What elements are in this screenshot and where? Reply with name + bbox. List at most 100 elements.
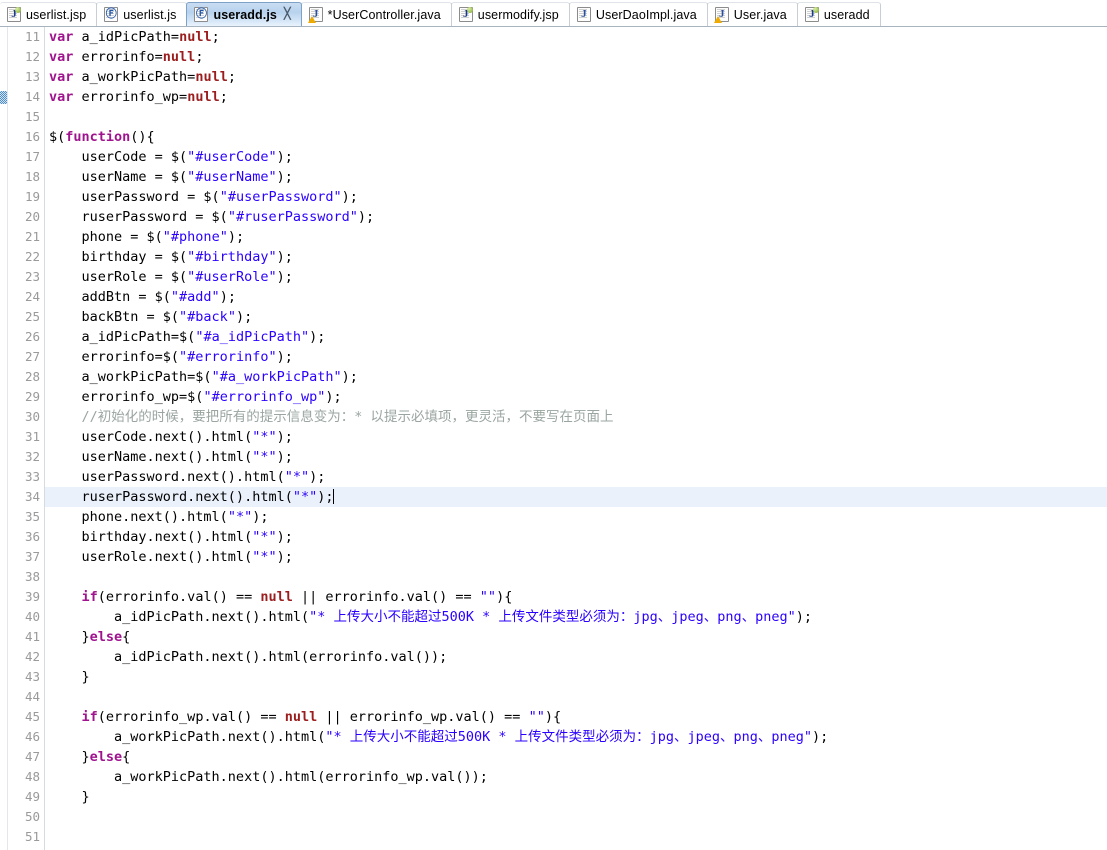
code-line[interactable]: ruserPassword = $("#ruserPassword");: [49, 207, 1107, 227]
file-type-letter: J: [719, 8, 725, 20]
code-line[interactable]: }: [49, 667, 1107, 687]
code-line[interactable]: a_idPicPath=$("#a_idPicPath");: [49, 327, 1107, 347]
code-token-plain: ruserPassword = $(: [49, 209, 228, 225]
code-line[interactable]: [49, 687, 1107, 707]
code-line[interactable]: a_workPicPath.next().html(errorinfo_wp.v…: [49, 767, 1107, 787]
code-token-plain: }: [49, 669, 90, 685]
code-token-str: "*": [252, 429, 277, 445]
code-editor[interactable]: 11 12 13 14 15 16 17 18 19 20 21 22 23 24 25 26 27 28 29 30…: [0, 27, 1107, 850]
editor-tab-label: userlist.jsp: [26, 7, 87, 22]
editor-tab-userlist-js[interactable]: Ⓕuserlist.js: [96, 2, 188, 26]
editor-tab-usercontroller-java[interactable]: J *UserController.java: [300, 2, 452, 26]
code-token-plain: addBtn = $(: [49, 289, 171, 305]
annotation-ruler[interactable]: [0, 27, 8, 850]
code-token-plain: );: [341, 369, 358, 385]
code-line[interactable]: userRole = $("#userRole");: [49, 267, 1107, 287]
code-line[interactable]: [49, 567, 1107, 587]
code-token-plain: }: [49, 789, 90, 805]
close-icon[interactable]: ╳: [284, 9, 291, 20]
code-token-str: "#a_workPicPath": [211, 369, 342, 385]
code-line[interactable]: birthday.next().html("*");: [49, 527, 1107, 547]
code-token-plain: a_workPicPath=$(: [49, 369, 212, 385]
code-line[interactable]: }: [49, 787, 1107, 807]
code-line[interactable]: userRole.next().html("*");: [49, 547, 1107, 567]
code-line[interactable]: }else{: [49, 627, 1107, 647]
code-line[interactable]: var a_idPicPath=null;: [49, 27, 1107, 47]
code-line[interactable]: errorinfo_wp=$("#errorinfo_wp");: [49, 387, 1107, 407]
code-token-plain: ){: [544, 709, 562, 725]
code-line[interactable]: errorinfo=$("#errorinfo");: [49, 347, 1107, 367]
code-token-str: "#errorinfo_wp": [203, 389, 326, 405]
editor-tab-usermodify-jsp[interactable]: Jusermodify.jsp: [450, 2, 570, 26]
code-line[interactable]: $(function(){: [49, 127, 1107, 147]
code-token-str: "* 上传大小不能超过500K * 上传文件类型必须为：jpg、jpeg、png…: [309, 609, 796, 625]
code-line[interactable]: a_idPicPath.next().html(errorinfo.val())…: [49, 647, 1107, 667]
code-text-area[interactable]: var a_idPicPath=null; var errorinfo=null;…: [45, 27, 1107, 850]
editor-tab-userlist-jsp[interactable]: Juserlist.jsp: [0, 2, 98, 26]
editor-tab-useradd[interactable]: Juseradd: [796, 2, 881, 26]
line-number: 15: [24, 109, 40, 124]
line-number: 37: [24, 549, 40, 564]
code-line[interactable]: var errorinfo_wp=null;: [49, 87, 1107, 107]
code-line[interactable]: userPassword.next().html("*");: [49, 467, 1107, 487]
code-line[interactable]: phone = $("#phone");: [49, 227, 1107, 247]
code-line[interactable]: phone.next().html("*");: [49, 507, 1107, 527]
code-token-plain: );: [276, 449, 293, 465]
code-token-kw: var: [49, 29, 74, 45]
code-line[interactable]: [49, 807, 1107, 827]
code-token-plain: );: [317, 489, 334, 505]
code-token-plain: || errorinfo.val() ==: [292, 589, 480, 605]
line-number: 43: [24, 669, 40, 684]
code-line[interactable]: userName.next().html("*");: [49, 447, 1107, 467]
code-token-str: "*": [292, 489, 318, 505]
code-token-plain: errorinfo=: [73, 49, 163, 65]
code-token-plain: );: [235, 309, 253, 325]
line-number: 42: [24, 649, 40, 664]
editor-tab-useradd-js[interactable]: Ⓕuseradd.js ╳: [186, 2, 302, 26]
code-line[interactable]: if(errorinfo_wp.val() == null || errorin…: [49, 707, 1107, 727]
editor-tab-label: usermodify.jsp: [477, 7, 559, 22]
code-token-plain: {: [122, 749, 131, 765]
code-line[interactable]: [49, 107, 1107, 127]
code-token-str: "*": [252, 449, 277, 465]
code-token-plain: phone.next().html(: [49, 509, 228, 525]
code-line[interactable]: addBtn = $("#add");: [49, 287, 1107, 307]
code-line[interactable]: var errorinfo=null;: [49, 47, 1107, 67]
code-token-plain: || errorinfo_wp.val() ==: [317, 709, 529, 725]
file-type-letter: Ⓕ: [105, 8, 117, 20]
code-token-plain: a_idPicPath.next().html(errorinfo.val())…: [49, 649, 448, 665]
code-line[interactable]: userCode.next().html("*");: [49, 427, 1107, 447]
code-line[interactable]: [49, 827, 1107, 847]
file-type-letter: J: [581, 8, 587, 20]
code-token-plain: a_idPicPath=: [73, 29, 180, 45]
editor-tab-userdaoimpl-java[interactable]: J UserDaoImpl.java: [568, 2, 708, 26]
line-number: 50: [24, 809, 40, 824]
line-number: 16: [24, 129, 40, 144]
editor-tab-user-java[interactable]: J User.java: [706, 2, 798, 26]
js-file-icon: Ⓕ: [104, 7, 119, 22]
annotation-marker-icon[interactable]: [0, 91, 7, 104]
code-line[interactable]: //初始化的时候，要把所有的提示信息变为：* 以提示必填项，更灵活，不要写在页面…: [49, 407, 1107, 427]
code-line[interactable]: var a_workPicPath=null;: [49, 67, 1107, 87]
code-line[interactable]: a_workPicPath=$("#a_workPicPath");: [49, 367, 1107, 387]
js-file-icon: Ⓕ: [194, 7, 209, 22]
code-token-plain: );: [276, 269, 293, 285]
code-line[interactable]: userPassword = $("#userPassword");: [49, 187, 1107, 207]
line-number: 38: [24, 569, 40, 584]
code-line[interactable]: birthday = $("#birthday");: [49, 247, 1107, 267]
code-line[interactable]: if(errorinfo.val() == null || errorinfo.…: [49, 587, 1107, 607]
code-line[interactable]: userCode = $("#userCode");: [49, 147, 1107, 167]
code-token-plain: );: [309, 469, 326, 485]
text-caret: [333, 489, 334, 504]
line-number-ruler: 11 12 13 14 15 16 17 18 19 20 21 22 23 24 25 26 27 28 29 30…: [8, 27, 45, 850]
code-token-str: "#phone": [162, 229, 228, 245]
code-line[interactable]: userName = $("#userName");: [49, 167, 1107, 187]
code-token-plain: errorinfo=$(: [49, 349, 180, 365]
code-line[interactable]: backBtn = $("#back");: [49, 307, 1107, 327]
code-token-str: "#userCode": [187, 149, 277, 165]
code-line[interactable]: a_idPicPath.next().html("* 上传大小不能超过500K …: [49, 607, 1107, 627]
code-line[interactable]: }else{: [49, 747, 1107, 767]
code-line[interactable]: ruserPassword.next().html("*");: [49, 487, 1107, 507]
code-line[interactable]: a_workPicPath.next().html("* 上传大小不能超过500…: [49, 727, 1107, 747]
